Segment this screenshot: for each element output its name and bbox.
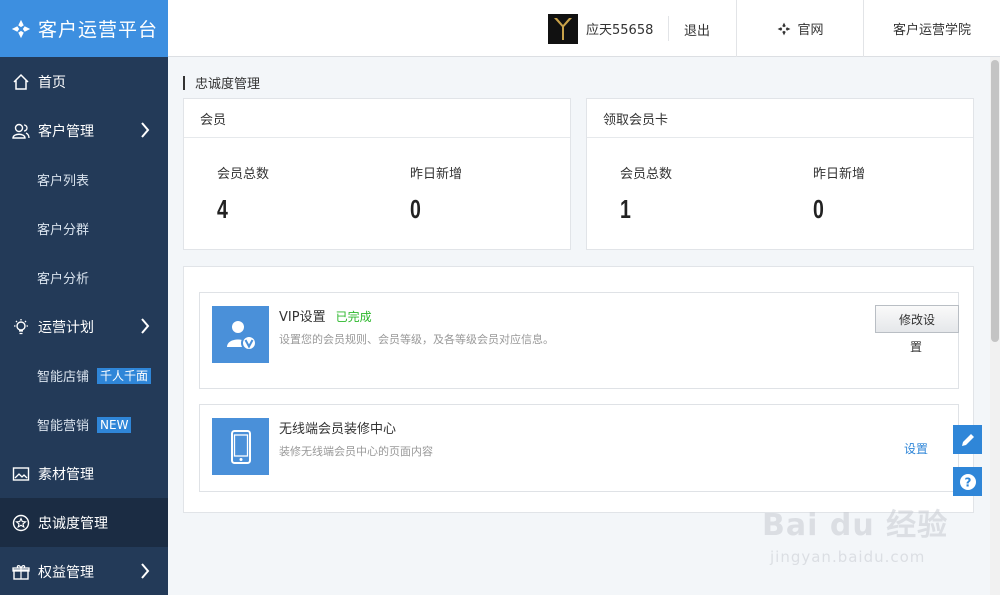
sidebar-item-label: 客户列表: [37, 174, 90, 189]
chevron-right-icon: [141, 122, 150, 138]
sidebar-item-operation-plan[interactable]: 运营计划: [0, 302, 168, 351]
sidebar-item-smart-marketing[interactable]: 智能营销 NEW: [0, 400, 168, 449]
help-float-button[interactable]: ?: [953, 467, 982, 496]
stat-value: 1: [620, 194, 631, 224]
badge-personalized: 千人千面: [97, 367, 152, 384]
header-divider: [668, 16, 669, 41]
title-bar: [183, 75, 185, 90]
chevron-right-icon: [141, 563, 150, 579]
sidebar-item-label: 权益管理: [38, 564, 94, 581]
brand-title: 客户运营平台: [38, 19, 159, 41]
sidebar-item-label: 客户分群: [37, 223, 90, 238]
brand[interactable]: 客户运营平台: [0, 0, 168, 57]
official-site-icon: [778, 22, 791, 35]
help-icon: ?: [959, 473, 976, 490]
user-area[interactable]: 应天55658: [548, 13, 653, 44]
mobile-description: 装修无线端会员中心的页面内容: [279, 445, 433, 458]
logout-link[interactable]: 退出: [684, 20, 710, 39]
stat-label: 会员总数: [620, 167, 673, 182]
sidebar-item-label: 客户分析: [37, 272, 90, 287]
mobile-member-center-row: 无线端会员装修中心 装修无线端会员中心的页面内容 设置: [199, 404, 959, 492]
mobile-settings-link[interactable]: 设置: [904, 440, 928, 457]
member-total-stat: 会员总数 4: [217, 163, 269, 225]
vip-title: VIP设置: [279, 310, 326, 325]
edit-settings-button[interactable]: 修改设: [875, 305, 959, 333]
claim-card-stats-card: 领取会员卡 会员总数 1 昨日新增 0: [586, 98, 974, 250]
pencil-icon: [961, 433, 974, 446]
scrollbar-thumb[interactable]: [991, 60, 999, 342]
sidebar-item-label: 智能店铺: [37, 370, 90, 385]
username[interactable]: 应天55658: [586, 19, 653, 38]
vip-status-badge: 已完成: [335, 310, 372, 324]
top-header: 客户运营平台 应天55658 退出 官网 客户运营学院: [0, 0, 1000, 57]
sidebar-item-home[interactable]: 首页: [0, 57, 168, 106]
home-icon: [12, 73, 30, 91]
vip-user-icon: [212, 306, 269, 363]
sidebar-item-label: 首页: [38, 74, 66, 91]
sidebar-item-label: 素材管理: [38, 466, 94, 483]
users-icon: [12, 122, 30, 140]
stat-value: 0: [410, 194, 421, 224]
sidebar: 首页 客户管理 客户列表 客户分群 客户分析 运营计划 智能店铺 千人千面 智能…: [0, 57, 168, 595]
sidebar-item-benefits[interactable]: 权益管理: [0, 547, 168, 595]
badge-new: NEW: [97, 416, 132, 433]
stat-value: 4: [217, 194, 228, 224]
mobile-title: 无线端会员装修中心: [279, 422, 397, 437]
academy-label: 客户运营学院: [892, 23, 971, 38]
image-icon: [12, 465, 30, 483]
sidebar-item-label: 运营计划: [38, 319, 94, 336]
member-stats-card: 会员 会员总数 4 昨日新增 0: [183, 98, 571, 250]
card-title: 领取会员卡: [587, 99, 973, 138]
academy-link[interactable]: 客户运营学院: [863, 0, 1000, 57]
sidebar-item-customer-management[interactable]: 客户管理: [0, 106, 168, 155]
loyalty-settings-panel: VIP设置 已完成 设置您的会员规则、会员等级，及各等级会员对应信息。 修改设 置…: [183, 266, 974, 513]
page-title-text: 忠诚度管理: [195, 77, 261, 92]
vip-title-line: VIP设置 已完成: [279, 306, 372, 325]
page-title: 忠诚度管理: [183, 73, 260, 92]
svg-text:?: ?: [964, 475, 971, 489]
sidebar-item-loyalty[interactable]: 忠诚度管理: [0, 498, 168, 547]
sidebar-item-label: 客户管理: [38, 123, 94, 140]
mobile-phone-icon: [212, 418, 269, 475]
claim-new-stat: 昨日新增 0: [813, 163, 865, 225]
stat-label: 昨日新增: [813, 167, 866, 182]
vip-description: 设置您的会员规则、会员等级，及各等级会员对应信息。: [279, 333, 554, 346]
sidebar-item-customer-list[interactable]: 客户列表: [0, 155, 168, 204]
star-circle-icon: [12, 514, 30, 532]
avatar-image-icon: [554, 17, 572, 40]
avatar[interactable]: [548, 13, 578, 44]
gift-icon: [12, 563, 30, 581]
stat-label: 会员总数: [217, 167, 270, 182]
edit-float-button[interactable]: [953, 425, 982, 454]
sidebar-item-label: 忠诚度管理: [38, 515, 108, 532]
chevron-right-icon: [141, 318, 150, 334]
sidebar-item-customer-groups[interactable]: 客户分群: [0, 204, 168, 253]
sidebar-item-label: 智能营销: [37, 419, 90, 434]
sidebar-item-smart-store[interactable]: 智能店铺 千人千面: [0, 351, 168, 400]
sidebar-item-customer-analysis[interactable]: 客户分析: [0, 253, 168, 302]
edit-settings-button-overflow[interactable]: 置: [910, 338, 922, 355]
vip-settings-row: VIP设置 已完成 设置您的会员规则、会员等级，及各等级会员对应信息。 修改设 置: [199, 292, 959, 389]
card-title: 会员: [184, 99, 570, 138]
member-new-stat: 昨日新增 0: [410, 163, 462, 225]
sidebar-item-materials[interactable]: 素材管理: [0, 449, 168, 498]
stat-label: 昨日新增: [410, 167, 463, 182]
stat-value: 0: [813, 194, 824, 224]
bulb-icon: [12, 318, 30, 336]
official-site-label: 官网: [797, 23, 824, 38]
official-site-link[interactable]: 官网: [736, 0, 864, 57]
main-content: 忠诚度管理 会员 会员总数 4 昨日新增 0 领取会员卡 会员总数 1 昨日新增…: [168, 57, 990, 595]
claim-total-stat: 会员总数 1: [620, 163, 672, 225]
brand-logo-icon: [11, 19, 31, 38]
